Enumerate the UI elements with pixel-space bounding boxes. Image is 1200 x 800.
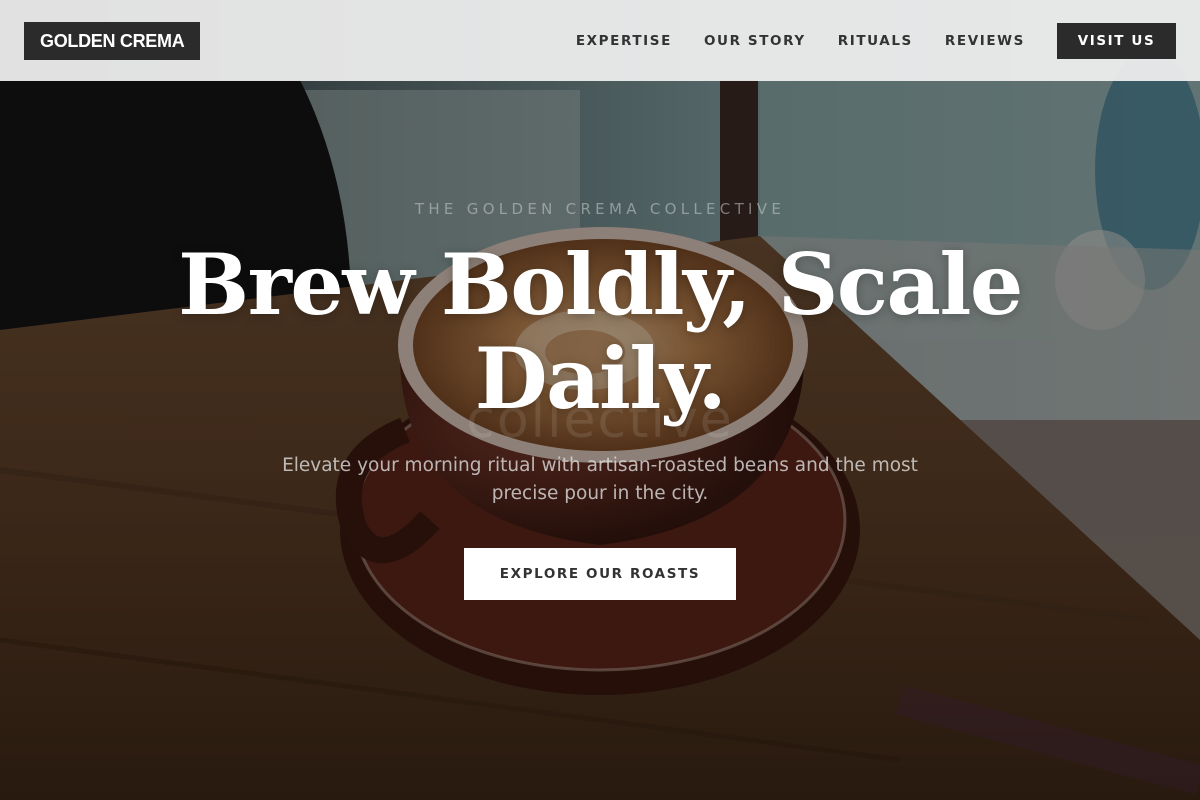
brand-logo[interactable]: GOLDEN CREMA <box>24 21 200 60</box>
nav-link-rituals[interactable]: RITUALS <box>838 33 913 49</box>
nav-link-our-story[interactable]: OUR STORY <box>704 33 806 49</box>
nav-link-expertise[interactable]: EXPERTISE <box>576 33 672 49</box>
visit-us-button[interactable]: VISIT US <box>1057 22 1176 59</box>
hero-subtext: Elevate your morning ritual with artisan… <box>282 455 918 504</box>
top-navigation-bar: GOLDEN CREMA EXPERTISE OUR STORY RITUALS… <box>0 0 1200 81</box>
hero-eyebrow-text: THE GOLDEN CREMA COLLECTIVE <box>414 200 786 218</box>
nav-links: EXPERTISE OUR STORY RITUALS REVIEWS <box>576 33 1025 49</box>
explore-roasts-button[interactable]: EXPLORE OUR ROASTS <box>464 548 736 600</box>
hero-headline: Brew Boldly, Scale Daily. <box>178 235 1023 428</box>
nav-link-reviews[interactable]: REVIEWS <box>945 33 1025 49</box>
